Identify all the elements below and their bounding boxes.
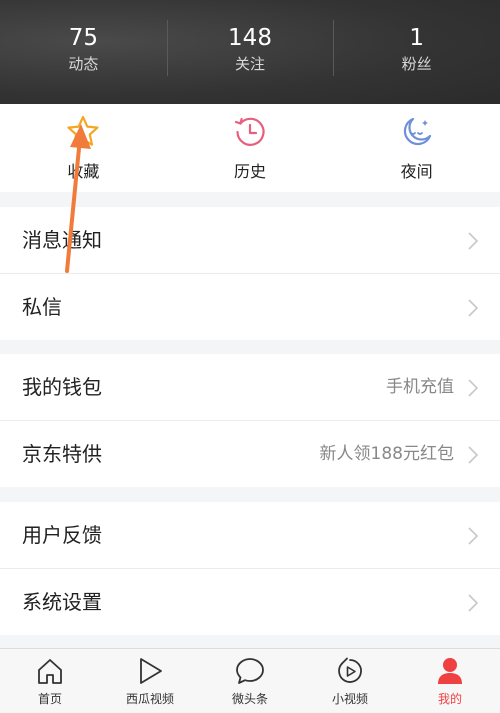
stat-posts-count: 75 xyxy=(68,25,98,51)
row-system-settings[interactable]: 系统设置 xyxy=(0,569,500,635)
home-icon xyxy=(38,659,62,684)
row-jd-special-title: 京东特供 xyxy=(22,442,102,466)
bottom-tab-bar: 首页 西瓜视频 微头条 小视频 我的 xyxy=(0,648,500,713)
star-icon xyxy=(67,115,99,146)
stat-followers-label: 粉丝 xyxy=(401,55,432,73)
row-private-messages[interactable]: 私信 xyxy=(0,274,500,340)
settings-group-messages: 消息通知 私信 xyxy=(0,207,500,340)
quick-shortcuts: 收藏 历史 夜间 xyxy=(0,104,500,192)
chevron-right-icon xyxy=(468,446,479,464)
row-feedback[interactable]: 用户反馈 xyxy=(0,502,500,569)
tab-short-video[interactable]: 小视频 xyxy=(300,649,400,713)
play-icon xyxy=(140,658,162,684)
row-feedback-title: 用户反馈 xyxy=(22,523,102,547)
chevron-right-icon xyxy=(468,527,479,545)
speech-bubble-icon xyxy=(236,658,264,684)
shortcut-night-mode-label: 夜间 xyxy=(400,162,433,181)
row-jd-special[interactable]: 京东特供 新人领188元红包 xyxy=(0,421,500,487)
tab-mine[interactable]: 我的 xyxy=(400,649,500,713)
row-jd-special-hint: 新人领188元红包 xyxy=(319,444,454,464)
stat-posts-label: 动态 xyxy=(68,55,99,73)
row-notifications-title: 消息通知 xyxy=(22,228,102,252)
settings-group-system: 用户反馈 系统设置 xyxy=(0,502,500,635)
shortcut-favorites-label: 收藏 xyxy=(67,162,100,181)
tab-xigua-video-label: 西瓜视频 xyxy=(125,692,174,706)
tab-home-label: 首页 xyxy=(37,692,62,706)
tab-xigua-video[interactable]: 西瓜视频 xyxy=(100,649,200,713)
row-wallet[interactable]: 我的钱包 手机充值 xyxy=(0,354,500,421)
tab-micro-headline-label: 微头条 xyxy=(231,692,268,706)
row-system-settings-title: 系统设置 xyxy=(22,590,102,614)
chevron-right-icon xyxy=(468,232,479,250)
person-icon xyxy=(438,658,462,684)
row-notifications[interactable]: 消息通知 xyxy=(0,207,500,274)
chevron-right-icon xyxy=(468,379,479,397)
tab-home[interactable]: 首页 xyxy=(0,649,100,713)
stat-posts[interactable]: 75 动态 xyxy=(0,0,167,104)
stat-following[interactable]: 148 关注 xyxy=(166,0,334,104)
stat-following-label: 关注 xyxy=(235,55,266,73)
chevron-right-icon xyxy=(468,594,479,612)
chevron-right-icon xyxy=(468,299,479,317)
tab-mine-label: 我的 xyxy=(437,692,462,706)
stat-following-count: 148 xyxy=(228,25,272,51)
settings-group-wallet: 我的钱包 手机充值 京东特供 新人领188元红包 xyxy=(0,354,500,487)
shortcut-night-mode[interactable]: 夜间 xyxy=(333,104,500,192)
row-private-messages-title: 私信 xyxy=(22,295,62,319)
profile-stats-bar: 75 动态 148 关注 1 粉丝 xyxy=(0,0,500,104)
stat-followers[interactable]: 1 粉丝 xyxy=(333,0,500,104)
row-wallet-title: 我的钱包 xyxy=(22,375,102,399)
tab-short-video-label: 小视频 xyxy=(331,692,368,706)
shortcut-history-label: 历史 xyxy=(234,162,267,181)
moon-icon xyxy=(403,117,431,146)
short-video-icon xyxy=(338,657,362,683)
history-clock-icon xyxy=(234,117,265,146)
stat-followers-count: 1 xyxy=(409,25,424,51)
tab-micro-headline[interactable]: 微头条 xyxy=(200,649,300,713)
shortcut-favorites[interactable]: 收藏 xyxy=(0,104,167,192)
row-wallet-hint: 手机充值 xyxy=(386,377,454,397)
shortcut-history[interactable]: 历史 xyxy=(167,104,334,192)
